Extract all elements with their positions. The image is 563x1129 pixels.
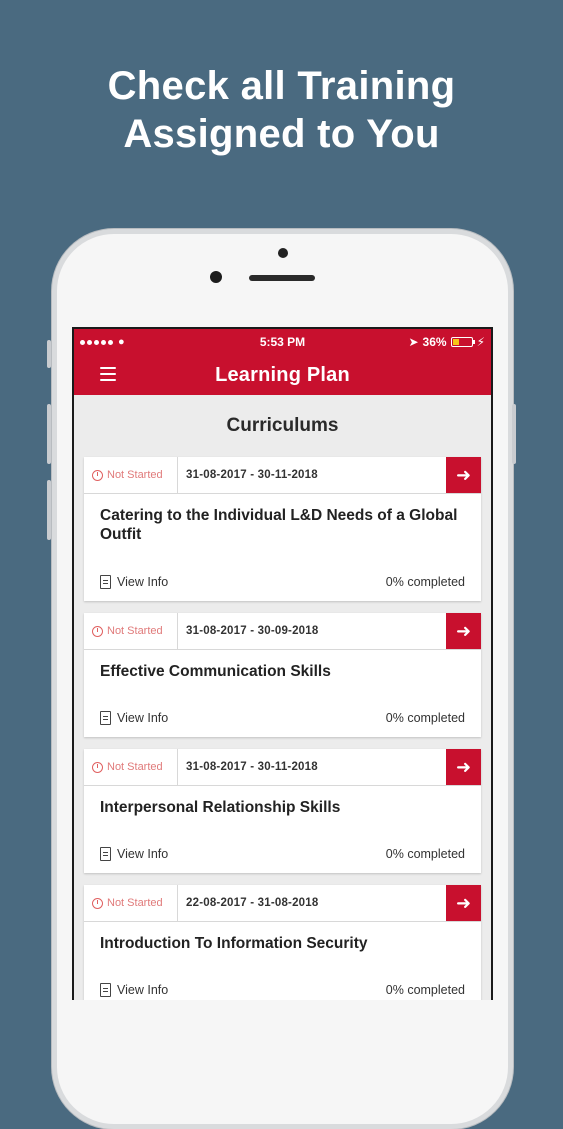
page-title: Learning Plan — [215, 363, 350, 386]
date-range: 31-08-2017 - 30-11-2018 — [186, 761, 318, 773]
app-header: Learning Plan — [74, 355, 491, 395]
stopwatch-icon — [92, 897, 103, 909]
progress-text: 0% completed — [385, 575, 465, 589]
phone-sensor — [210, 271, 222, 283]
view-info-label: View Info — [117, 847, 169, 861]
battery-level-fill — [452, 339, 460, 345]
stopwatch-icon — [92, 761, 103, 773]
phone-volume-down — [47, 480, 51, 540]
curriculum-card[interactable]: Not Started 31-08-2017 - 30-09-2018 ➜ Ef… — [84, 613, 481, 737]
phone-power-button — [512, 404, 516, 464]
curriculum-card[interactable]: Not Started 31-08-2017 - 30-11-2018 ➜ Ca… — [84, 457, 481, 601]
stopwatch-icon — [92, 469, 103, 481]
stopwatch-icon — [92, 625, 103, 637]
view-info-label: View Info — [117, 711, 169, 725]
status-bar: ●︎ 5:53 PM ➤ 36% ⚡︎ — [74, 329, 491, 355]
phone-camera — [278, 248, 288, 258]
arrow-right-icon: ➜ — [455, 464, 472, 485]
promo-headline: Check all Training Assigned to You — [0, 62, 563, 158]
date-range: 22-08-2017 - 31-08-2018 — [186, 897, 319, 909]
document-icon — [100, 847, 111, 861]
charging-icon: ⚡︎ — [476, 335, 485, 349]
open-curriculum-button[interactable]: ➜ — [446, 885, 481, 921]
view-info-link[interactable]: View Info — [100, 983, 168, 997]
open-curriculum-button[interactable]: ➜ — [446, 457, 481, 493]
open-curriculum-button[interactable]: ➜ — [446, 749, 481, 785]
status-badge: Not Started — [84, 885, 178, 921]
wifi-icon: ●︎ — [118, 336, 125, 348]
signal-strength-icon: ●︎ — [80, 336, 125, 348]
status-label: Not Started — [107, 761, 163, 773]
curriculum-title[interactable]: Catering to the Individual L&D Needs of … — [84, 494, 481, 544]
headline-line-1: Check all Training — [107, 64, 456, 108]
progress-text: 0% completed — [385, 983, 465, 997]
arrow-right-icon: ➜ — [455, 892, 472, 913]
curriculum-title[interactable]: Introduction To Information Security — [84, 922, 481, 953]
hamburger-menu-icon[interactable] — [100, 367, 116, 381]
status-badge: Not Started — [84, 749, 178, 785]
battery-percent: 36% — [422, 335, 447, 349]
status-badge: Not Started — [84, 457, 178, 493]
document-icon — [100, 711, 111, 725]
curriculum-title[interactable]: Effective Communication Skills — [84, 650, 481, 681]
phone-speaker — [249, 275, 315, 281]
status-label: Not Started — [107, 469, 163, 481]
arrow-right-icon: ➜ — [455, 756, 472, 777]
curriculum-title[interactable]: Interpersonal Relationship Skills — [84, 786, 481, 817]
curriculum-card[interactable]: Not Started 31-08-2017 - 30-11-2018 ➜ In… — [84, 749, 481, 873]
progress-text: 0% completed — [385, 711, 465, 725]
location-arrow-icon: ➤ — [408, 335, 419, 349]
status-badge: Not Started — [84, 613, 178, 649]
view-info-link[interactable]: View Info — [100, 847, 168, 861]
status-label: Not Started — [107, 897, 163, 909]
section-title: Curriculums — [226, 415, 339, 436]
view-info-link[interactable]: View Info — [100, 711, 168, 725]
phone-volume-up — [47, 404, 51, 464]
status-label: Not Started — [107, 625, 163, 637]
open-curriculum-button[interactable]: ➜ — [446, 613, 481, 649]
view-info-label: View Info — [117, 575, 169, 589]
view-info-link[interactable]: View Info — [100, 575, 168, 589]
view-info-label: View Info — [117, 983, 169, 997]
phone-mute-switch — [47, 340, 51, 368]
curriculum-card[interactable]: Not Started 22-08-2017 - 31-08-2018 ➜ In… — [84, 885, 481, 1000]
document-icon — [100, 575, 111, 589]
date-range: 31-08-2017 - 30-09-2018 — [186, 625, 319, 637]
battery-icon — [450, 337, 475, 347]
arrow-right-icon: ➜ — [455, 620, 472, 641]
headline-line-2: Assigned to You — [123, 112, 440, 156]
app-screen: ●︎ 5:53 PM ➤ 36% ⚡︎ Learning Plan Curric… — [72, 327, 493, 1000]
date-range: 31-08-2017 - 30-11-2018 — [186, 469, 318, 481]
document-icon — [100, 983, 111, 997]
progress-text: 0% completed — [385, 847, 465, 861]
